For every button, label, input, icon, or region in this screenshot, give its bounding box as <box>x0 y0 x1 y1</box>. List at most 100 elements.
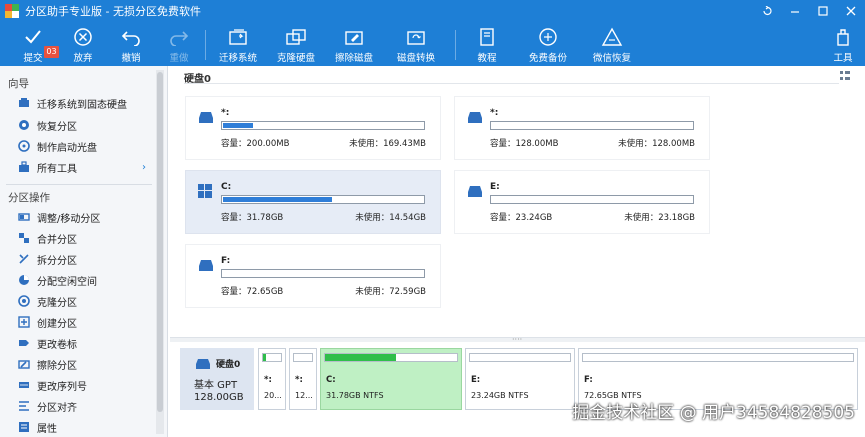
partition-card-selected[interactable]: C: 容量：31.78GB 未使用：14.54GB <box>185 170 441 234</box>
disk-map-partition[interactable]: E: 23.24GB NTFS <box>465 348 575 410</box>
resize-icon <box>18 211 30 223</box>
migrate-icon <box>18 97 30 109</box>
maximize-icon[interactable] <box>809 0 837 22</box>
sidebar-item-change-label[interactable]: 更改卷标 <box>18 334 152 352</box>
properties-icon <box>18 421 30 433</box>
disk-map-bar <box>469 353 571 362</box>
pending-count-badge: 03 <box>44 46 59 58</box>
title-bar: 分区助手专业版 - 无损分区免费软件 <box>0 0 865 22</box>
usage-bar <box>221 195 425 204</box>
sidebar-item-resize-partition[interactable]: 调整/移动分区 <box>18 208 152 226</box>
watermark-text: 掘金技术社区 @ 用户34584828505 <box>572 403 855 423</box>
tools-icon <box>833 26 853 48</box>
backup-icon <box>537 26 559 48</box>
sidebar-item-wipe-partition[interactable]: 擦除分区 <box>18 355 152 373</box>
clone-partition-icon <box>18 295 30 307</box>
usage-bar-fill <box>223 123 254 128</box>
app-logo-icon <box>5 4 19 18</box>
migrate-os-icon <box>227 26 249 48</box>
serial-icon <box>18 379 30 391</box>
tutorial-icon <box>478 26 496 48</box>
usage-bar <box>221 121 425 130</box>
discard-button[interactable]: 放弃 <box>68 22 98 66</box>
disk-map-bar-fill <box>263 354 266 361</box>
sidebar-item-clone-partition[interactable]: 克隆分区 <box>18 292 152 310</box>
drive-icon <box>198 258 214 272</box>
sidebar-item-migrate-ssd[interactable]: 迁移系统到固态硬盘 <box>18 94 152 112</box>
allocate-icon <box>18 274 30 286</box>
drive-icon <box>198 110 214 124</box>
commit-button[interactable]: 提交 <box>18 22 48 66</box>
free-backup-button[interactable]: 免费备份 <box>526 22 570 66</box>
wipe-partition-icon <box>18 358 30 370</box>
split-icon <box>18 253 30 265</box>
partition-card[interactable]: E: 容量：23.24GB 未使用：23.18GB <box>454 170 710 234</box>
disk-map-bar <box>582 353 854 362</box>
sidebar-item-properties[interactable]: 属性 <box>18 418 152 436</box>
usage-bar <box>221 269 425 278</box>
usage-bar-fill <box>223 197 333 202</box>
restore-partition-icon <box>18 119 30 131</box>
tutorial-button[interactable]: 教程 <box>472 22 502 66</box>
partition-card[interactable]: *: 容量：200.00MB 未使用：169.43MB <box>185 96 441 160</box>
tools-button[interactable]: 工具 <box>828 22 858 66</box>
toolbar: 提交 03 放弃 撤销 重做 迁移系统 克隆硬盘 擦除磁盘 磁盘转换 教程 免费… <box>0 22 865 66</box>
sidebar-item-create-partition[interactable]: 创建分区 <box>18 313 152 331</box>
partition-card[interactable]: *: 容量：128.00MB 未使用：128.00MB <box>454 96 710 160</box>
disk-map-bar <box>293 353 313 362</box>
sidebar-item-change-serial[interactable]: 更改序列号 <box>18 376 152 394</box>
sidebar-item-restore-partition[interactable]: 恢复分区 <box>18 116 152 134</box>
close-icon[interactable] <box>837 0 865 22</box>
disk-convert-icon <box>405 26 427 48</box>
wipe-disk-button[interactable]: 擦除磁盘 <box>332 22 376 66</box>
sidebar-item-merge-partition[interactable]: 合并分区 <box>18 229 152 247</box>
toolbar-divider <box>205 30 206 60</box>
disk-info-block[interactable]: 硬盘0 基本 GPT 128.00GB <box>180 348 254 410</box>
drive-icon <box>467 184 483 198</box>
restore-icon[interactable] <box>753 0 781 22</box>
align-icon <box>18 400 30 412</box>
undo-icon <box>121 26 141 48</box>
header-divider <box>184 83 839 84</box>
usage-bar <box>490 121 694 130</box>
disk-map-partition[interactable]: *: 12... <box>289 348 317 410</box>
disk-map-bar <box>262 353 282 362</box>
migrate-os-button[interactable]: 迁移系统 <box>216 22 260 66</box>
wipe-disk-icon <box>343 26 365 48</box>
label-icon <box>18 337 30 349</box>
sidebar: 向导 迁移系统到固态硬盘 恢复分区 制作启动光盘 所有工具 › 分区操作 调整/… <box>0 66 168 437</box>
sidebar-item-all-tools[interactable]: 所有工具 › <box>18 158 152 176</box>
sidebar-item-align-partition[interactable]: 分区对齐 <box>18 397 152 415</box>
clone-disk-button[interactable]: 克隆硬盘 <box>274 22 318 66</box>
disk-map-partition[interactable]: *: 20... <box>258 348 286 410</box>
wizard-section-title: 向导 <box>8 78 29 90</box>
view-toggle-icon[interactable] <box>839 70 851 82</box>
sidebar-item-allocate-space[interactable]: 分配空闲空间 <box>18 271 152 289</box>
all-tools-icon <box>18 161 30 173</box>
drive-icon <box>467 110 483 124</box>
merge-icon <box>18 232 30 244</box>
chevron-right-icon: › <box>142 161 146 173</box>
sidebar-item-split-partition[interactable]: 拆分分区 <box>18 250 152 268</box>
partition-card[interactable]: F: 容量：72.65GB 未使用：72.59GB <box>185 244 441 308</box>
wechat-recovery-button[interactable]: 微信恢复 <box>590 22 634 66</box>
redo-button[interactable]: 重做 <box>164 22 194 66</box>
recover-icon <box>601 26 623 48</box>
sidebar-item-bootable-media[interactable]: 制作启动光盘 <box>18 137 152 155</box>
undo-button[interactable]: 撤销 <box>116 22 146 66</box>
disk-map-partition-selected[interactable]: C: 31.78GB NTFS <box>320 348 462 410</box>
redo-icon <box>169 26 189 48</box>
minimize-icon[interactable] <box>781 0 809 22</box>
clone-disk-icon <box>285 26 307 48</box>
disk-map-bar <box>324 353 458 362</box>
sidebar-scrollbar[interactable] <box>156 70 164 434</box>
disk-map-bar-fill <box>325 354 397 361</box>
toolbar-divider <box>455 30 456 60</box>
sidebar-divider <box>6 184 152 185</box>
sidebar-scrollbar-thumb[interactable] <box>157 72 163 412</box>
disk-icon <box>196 358 210 370</box>
cancel-icon <box>73 26 93 48</box>
check-icon <box>23 26 43 48</box>
partition-ops-section-title: 分区操作 <box>8 192 50 204</box>
disk-convert-button[interactable]: 磁盘转换 <box>394 22 438 66</box>
